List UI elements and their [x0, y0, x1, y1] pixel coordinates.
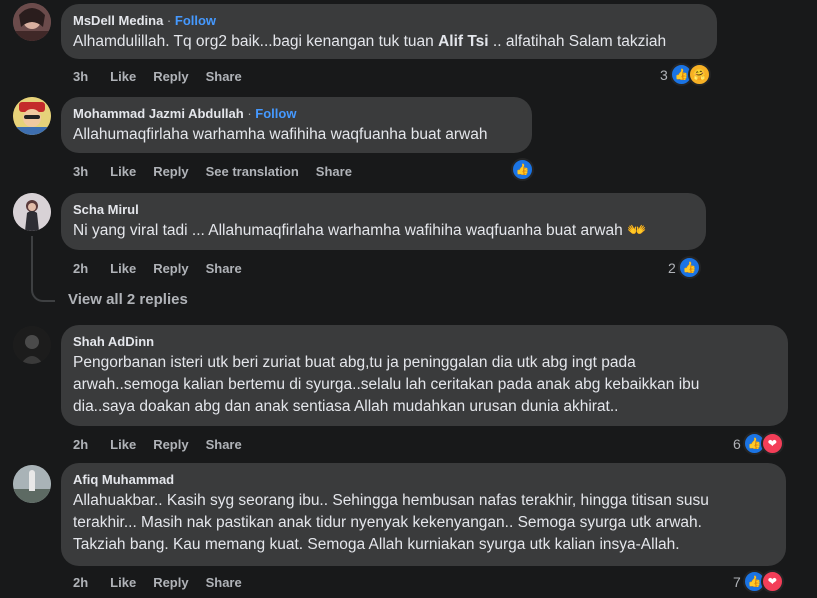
mentioned-name[interactable]: Alif Tsi [438, 33, 489, 50]
reply-button[interactable]: Reply [153, 261, 188, 276]
reaction-count: 2 [668, 259, 676, 276]
reaction-count: 7 [733, 573, 741, 590]
love-icon: ❤ [760, 570, 784, 593]
reaction-count: 3 [660, 66, 668, 83]
comment-actions: 3h Like Reply See translation Share [73, 164, 369, 179]
reaction-summary[interactable]: 6 👍 ❤ [733, 432, 784, 455]
comment-actions: 2h Like Reply Share [73, 437, 259, 452]
like-button[interactable]: Like [110, 69, 136, 84]
avatar[interactable] [13, 326, 51, 364]
reaction-summary[interactable]: 2 👍 [668, 256, 701, 279]
thread-connector [31, 282, 55, 302]
comment-author[interactable]: Scha Mirul [73, 201, 694, 218]
avatar[interactable] [13, 193, 51, 231]
comment-text: Allahumaqfirlaha warhamha wafihiha waqfu… [73, 126, 488, 143]
share-button[interactable]: Share [206, 437, 242, 452]
share-button[interactable]: Share [316, 164, 352, 179]
share-button[interactable]: Share [206, 261, 242, 276]
comment-time[interactable]: 2h [73, 437, 88, 452]
reply-button[interactable]: Reply [153, 69, 188, 84]
like-button[interactable]: Like [110, 164, 136, 179]
share-button[interactable]: Share [206, 575, 242, 590]
like-icon: 👍 [511, 158, 534, 181]
comment-bubble: Afiq Muhammad Allahuakbar.. Kasih syg se… [61, 463, 786, 566]
comment-actions: 2h Like Reply Share [73, 575, 259, 590]
comment-time[interactable]: 2h [73, 575, 88, 590]
comment-author[interactable]: Afiq Muhammad [73, 471, 774, 488]
reaction-count: 6 [733, 435, 741, 452]
view-replies-link[interactable]: View all 2 replies [68, 291, 188, 308]
comment-text: Ni yang viral tadi ... Allahumaqfirlaha … [73, 222, 647, 239]
love-icon: ❤ [760, 432, 784, 455]
comment-actions: 2h Like Reply Share [73, 261, 259, 276]
comment-bubble: Scha Mirul Ni yang viral tadi ... Allahu… [61, 193, 706, 250]
comment-text: Allahuakbar.. Kasih syg seorang ibu.. Se… [73, 492, 709, 553]
follow-button[interactable]: Follow [255, 106, 296, 121]
comment-bubble: MsDell Medina · Follow Alhamdulillah. Tq… [61, 4, 717, 59]
thread-line [31, 236, 33, 288]
comment-author[interactable]: Shah AdDinn [73, 333, 776, 350]
comment-author[interactable]: MsDell Medina [73, 13, 163, 28]
comment-actions: 3h Like Reply Share [73, 69, 259, 84]
like-icon: 👍 [677, 256, 701, 279]
avatar[interactable] [13, 97, 51, 135]
reaction-summary[interactable]: 3 👍 🤗 [660, 63, 711, 86]
see-translation-button[interactable]: See translation [206, 164, 299, 179]
reply-button[interactable]: Reply [153, 164, 188, 179]
comment-time[interactable]: 2h [73, 261, 88, 276]
reaction-summary[interactable]: 👍 [509, 158, 534, 181]
reply-button[interactable]: Reply [153, 575, 188, 590]
like-button[interactable]: Like [110, 261, 136, 276]
comment-bubble: Mohammad Jazmi Abdullah · Follow Allahum… [61, 97, 532, 153]
avatar[interactable] [13, 3, 51, 41]
like-button[interactable]: Like [110, 575, 136, 590]
separator-dot: · [166, 13, 175, 28]
avatar[interactable] [13, 465, 51, 503]
like-button[interactable]: Like [110, 437, 136, 452]
comment-time[interactable]: 3h [73, 69, 88, 84]
reaction-summary[interactable]: 7 👍 ❤ [733, 570, 784, 593]
reply-button[interactable]: Reply [153, 437, 188, 452]
care-icon: 🤗 [687, 63, 711, 86]
comment-author[interactable]: Mohammad Jazmi Abdullah [73, 106, 244, 121]
comment-text: Alhamdulillah. Tq org2 baik...bagi kenan… [73, 33, 667, 50]
comment-text: Pengorbanan isteri utk beri zuriat buat … [73, 354, 700, 415]
comment-bubble: Shah AdDinn Pengorbanan isteri utk beri … [61, 325, 788, 426]
comment-time[interactable]: 3h [73, 164, 88, 179]
share-button[interactable]: Share [206, 69, 242, 84]
open-hands-emoji: 👐 [627, 222, 647, 239]
follow-button[interactable]: Follow [175, 13, 216, 28]
